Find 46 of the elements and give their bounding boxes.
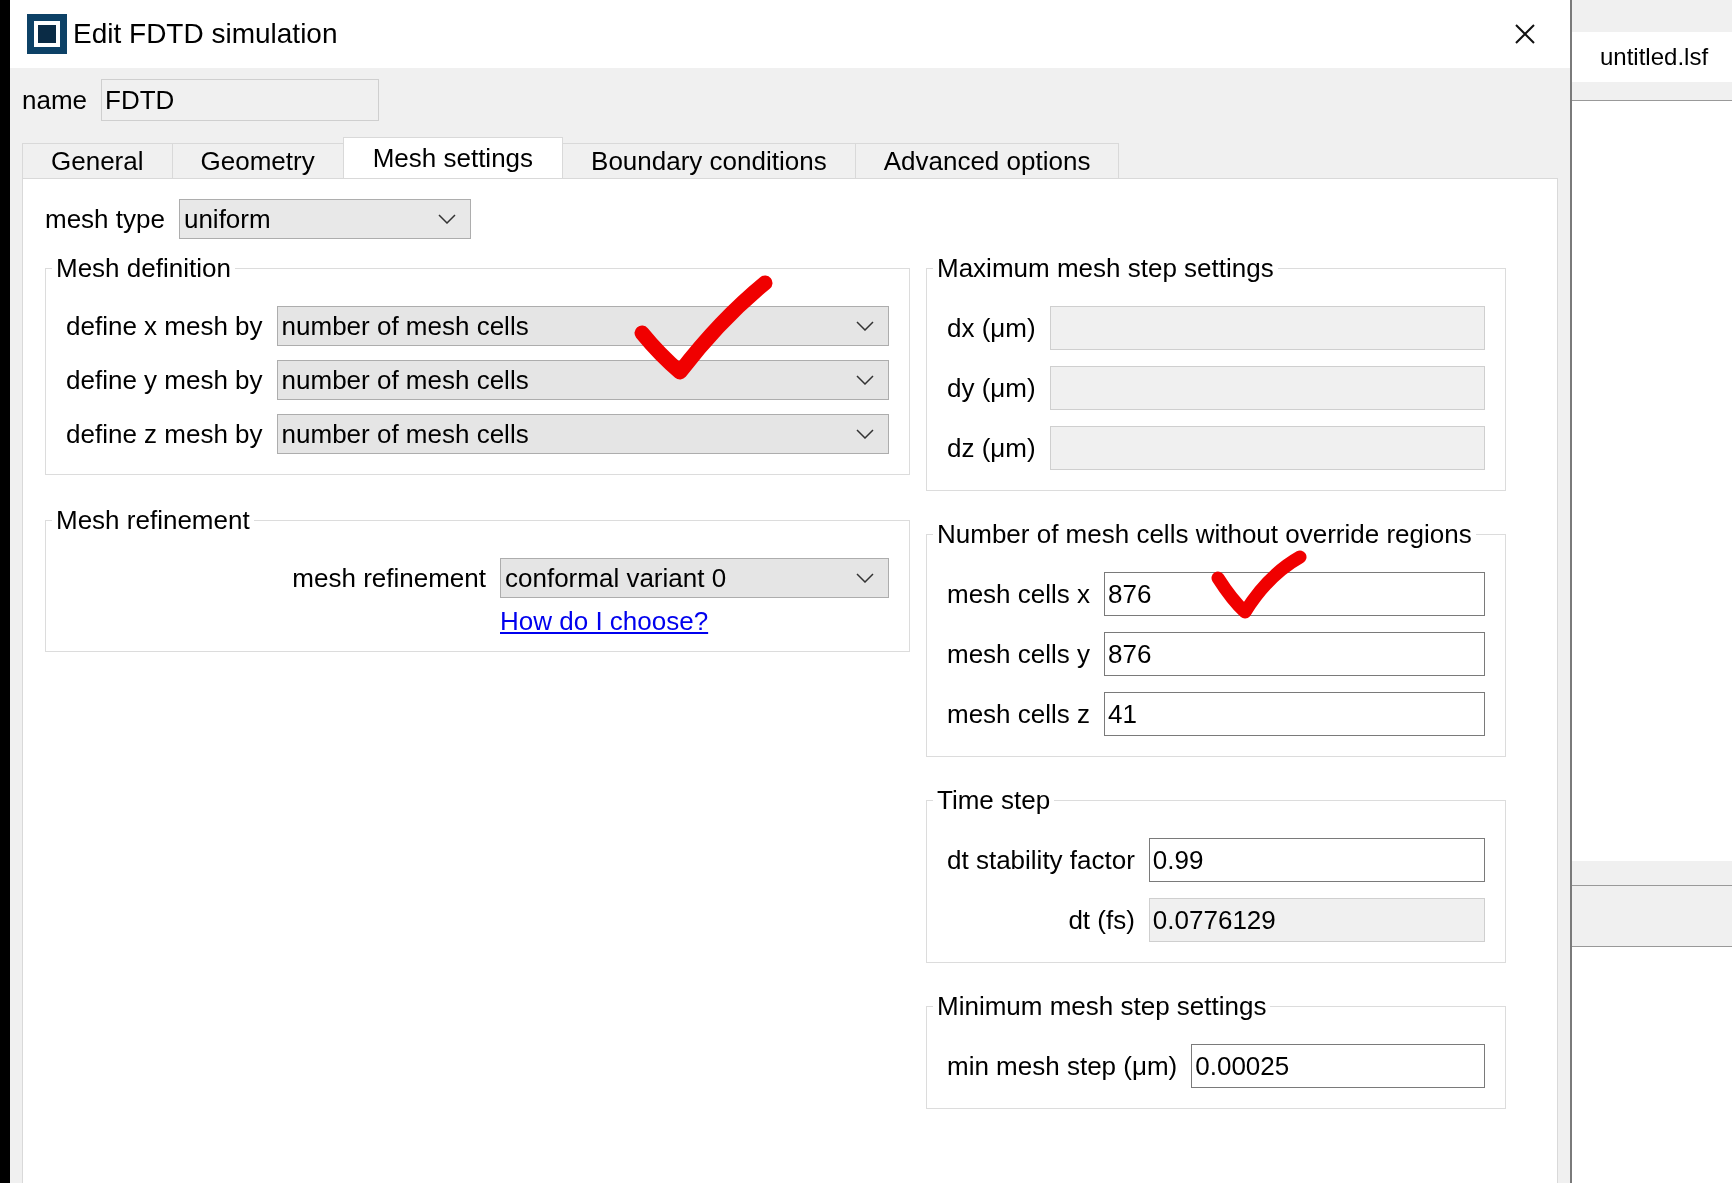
field-label: mesh cells x [947, 578, 1091, 610]
mesh-type-label: mesh type [45, 203, 165, 235]
tab[interactable]: General [22, 143, 173, 178]
file-tab[interactable]: untitled.lsf [1572, 32, 1732, 82]
tab[interactable]: Geometry [171, 143, 344, 178]
chevron-icon [856, 573, 874, 583]
dropdown[interactable]: number of mesh cells [276, 414, 889, 454]
input-field[interactable]: 876 [1104, 572, 1485, 616]
field-label: dz (μm) [947, 432, 1036, 464]
input-field[interactable]: 0.99 [1148, 838, 1485, 882]
field-label: mesh cells z [947, 698, 1091, 730]
dropdown[interactable]: conformal variant 0 [500, 558, 889, 598]
group-title: Mesh refinement [55, 505, 251, 536]
field-label: dt (fs) [1068, 904, 1135, 936]
group-title: Number of mesh cells without override regions [936, 519, 1473, 550]
field-label: min mesh step (μm) [947, 1050, 1178, 1082]
close-icon [1514, 23, 1536, 45]
name-label: name [22, 84, 88, 116]
field-label: define x mesh by [66, 310, 263, 342]
input-field[interactable]: 876 [1104, 632, 1485, 676]
mesh-type-dropdown[interactable]: uniform [178, 199, 471, 239]
group-title: Mesh definition [55, 253, 232, 284]
tab[interactable]: Boundary conditions [562, 143, 856, 178]
field-label: dt stability factor [947, 844, 1135, 876]
group-title: Maximum mesh step settings [936, 253, 1275, 284]
field-label: mesh refinement [292, 562, 486, 594]
group-title: Time step [936, 785, 1052, 816]
chevron-icon [856, 321, 874, 331]
field-label: dy (μm) [947, 372, 1036, 404]
chevron-icon [437, 214, 456, 224]
field-label: define z mesh by [66, 418, 263, 450]
field-label: define y mesh by [66, 364, 263, 396]
dropdown[interactable]: number of mesh cells [276, 360, 889, 400]
tab[interactable]: Advanced options [854, 143, 1120, 178]
tab[interactable]: Mesh settings [342, 137, 564, 178]
input-field[interactable]: 41 [1104, 692, 1485, 736]
group-title: Minimum mesh step settings [936, 991, 1268, 1022]
app-icon [27, 14, 67, 54]
window-title: Edit FDTD simulation [73, 18, 338, 50]
chevron-icon [856, 375, 874, 385]
dropdown[interactable]: number of mesh cells [276, 306, 889, 346]
input-field[interactable]: 0.00025 [1191, 1044, 1485, 1088]
chevron-icon [856, 429, 874, 439]
help-link[interactable]: How do I choose? [500, 606, 709, 637]
field-label: dx (μm) [947, 312, 1036, 344]
field-label: mesh cells y [947, 638, 1091, 670]
